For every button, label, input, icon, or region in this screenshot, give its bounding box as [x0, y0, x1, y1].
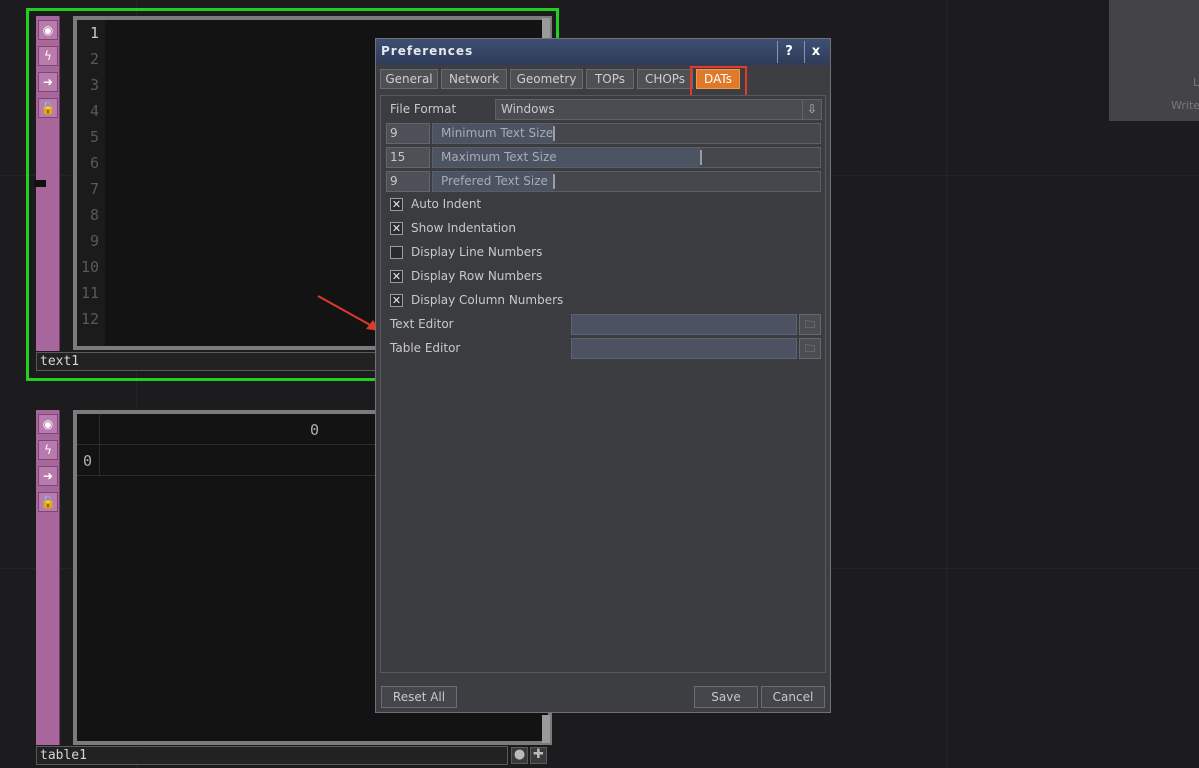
close-button[interactable]: x	[804, 41, 827, 63]
auto-indent-checkbox[interactable]: ✕	[390, 198, 403, 211]
preferences-dialog[interactable]: Preferences ? x General Network Geometry…	[375, 38, 831, 713]
side-panel-text: Write	[1171, 99, 1199, 112]
display-row-numbers-checkbox[interactable]: ✕	[390, 270, 403, 283]
slider-handle[interactable]	[553, 126, 555, 141]
line-number: 3	[89, 76, 99, 94]
network-grid-line	[946, 0, 947, 768]
line-number: 6	[89, 154, 99, 172]
folder-icon[interactable]: 🗀	[799, 338, 821, 359]
line-number: 5	[89, 128, 99, 146]
preferred-text-size-label: Prefered Text Size	[441, 174, 548, 188]
line-number: 1	[89, 24, 99, 42]
tab-tops[interactable]: TOPs	[586, 69, 634, 89]
preferred-text-size-value[interactable]: 9	[386, 171, 430, 192]
display-line-numbers-label: Display Line Numbers	[411, 245, 543, 259]
line-number: 2	[89, 50, 99, 68]
min-text-size-value[interactable]: 9	[386, 123, 430, 144]
display-column-numbers-checkbox[interactable]: ✕	[390, 294, 403, 307]
text-editor-input[interactable]	[571, 314, 797, 335]
viewer-toggle-icon[interactable]: ●	[511, 747, 528, 764]
cook-icon[interactable]: ➜	[38, 466, 58, 486]
preferred-text-size-slider[interactable]: Prefered Text Size	[432, 171, 821, 192]
cook-icon[interactable]: ➜	[38, 72, 58, 92]
min-text-size-slider[interactable]: Minimum Text Size	[432, 123, 821, 144]
file-format-value: Windows	[501, 102, 555, 116]
viewer-active-icon[interactable]: ◉	[38, 414, 58, 434]
column-header: 0	[310, 421, 320, 439]
auto-indent-label: Auto Indent	[411, 197, 482, 211]
folder-icon[interactable]: 🗀	[799, 314, 821, 335]
line-number: 12	[80, 310, 99, 328]
table-editor-label: Table Editor	[390, 341, 461, 355]
file-format-label: File Format	[390, 102, 457, 116]
display-line-numbers-checkbox[interactable]	[390, 246, 403, 259]
table-editor-input[interactable]	[571, 338, 797, 359]
file-format-dropdown[interactable]: Windows ⇩	[495, 99, 822, 120]
tab-chops[interactable]: CHOPs	[637, 69, 693, 89]
tab-highlight-box	[690, 66, 747, 97]
slider-handle[interactable]	[700, 150, 702, 165]
max-text-size-slider[interactable]: Maximum Text Size	[432, 147, 821, 168]
dialog-title: Preferences	[381, 44, 474, 58]
operator-name[interactable]: text1	[36, 352, 376, 371]
dats-settings-panel: File Format Windows ⇩ 9 Minimum Text Siz…	[380, 95, 826, 673]
save-button[interactable]: Save	[694, 686, 758, 708]
dialog-titlebar[interactable]: Preferences ? x	[376, 39, 830, 65]
line-number: 11	[80, 284, 99, 302]
line-number: 9	[89, 232, 99, 250]
line-number: 10	[80, 258, 99, 276]
show-indentation-checkbox[interactable]: ✕	[390, 222, 403, 235]
operator-name[interactable]: table1	[36, 746, 508, 765]
slider-handle[interactable]	[553, 174, 555, 189]
lock-icon[interactable]: 🔓	[38, 98, 58, 118]
add-icon[interactable]: ✚	[530, 747, 547, 764]
cancel-button[interactable]: Cancel	[761, 686, 825, 708]
vertical-scrollbar[interactable]	[542, 715, 550, 743]
dropdown-arrow-icon[interactable]: ⇩	[802, 100, 821, 119]
min-text-size-label: Minimum Text Size	[441, 126, 554, 140]
max-text-size-value[interactable]: 15	[386, 147, 430, 168]
max-text-size-label: Maximum Text Size	[441, 150, 557, 164]
line-number: 7	[89, 180, 99, 198]
viewer-active-icon[interactable]: ◉	[38, 20, 58, 40]
display-column-numbers-label: Display Column Numbers	[411, 293, 564, 307]
bypass-icon[interactable]: ϟ	[38, 46, 58, 66]
side-panel-text: L	[1193, 76, 1199, 89]
operator-flag-rail: ◉ ϟ ➜ 🔓	[36, 410, 60, 745]
line-number: 4	[89, 102, 99, 120]
row-header: 0	[83, 452, 93, 470]
lock-icon[interactable]: 🔓	[38, 492, 58, 512]
tab-geometry[interactable]: Geometry	[510, 69, 583, 89]
tab-general[interactable]: General	[380, 69, 438, 89]
input-connector[interactable]	[34, 180, 46, 187]
line-number: 8	[89, 206, 99, 224]
bypass-icon[interactable]: ϟ	[38, 440, 58, 460]
tab-network[interactable]: Network	[441, 69, 507, 89]
reset-all-button[interactable]: Reset All	[381, 686, 457, 708]
table-grid-line	[99, 414, 100, 476]
display-row-numbers-label: Display Row Numbers	[411, 269, 543, 283]
text-editor-label: Text Editor	[390, 317, 454, 331]
show-indentation-label: Show Indentation	[411, 221, 516, 235]
help-button[interactable]: ?	[777, 41, 800, 63]
side-panel: L Write	[1109, 0, 1199, 121]
line-number-gutter: 1 2 3 4 5 6 7 8 9 10 11 12	[77, 20, 105, 346]
